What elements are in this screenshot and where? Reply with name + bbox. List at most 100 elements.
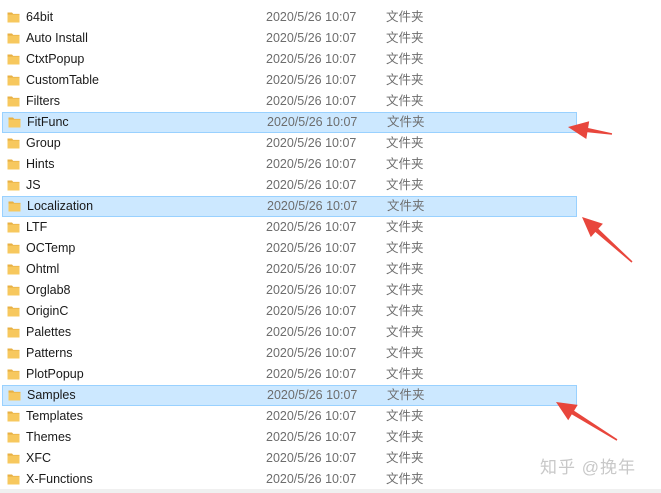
- file-type: 文件夹: [386, 367, 424, 381]
- file-date-modified: 2020/5/26 10:07: [267, 115, 358, 129]
- folder-icon: [8, 117, 21, 128]
- file-name: CtxtPopup: [26, 52, 85, 66]
- folder-icon: [7, 453, 20, 464]
- file-name: Auto Install: [26, 31, 88, 45]
- file-row[interactable]: Filters 2020/5/26 10:07 文件夹: [0, 91, 661, 112]
- folder-icon: [7, 33, 20, 44]
- file-date-modified: 2020/5/26 10:07: [266, 262, 357, 276]
- file-date-modified: 2020/5/26 10:07: [266, 346, 357, 360]
- file-date-modified: 2020/5/26 10:07: [266, 283, 357, 297]
- file-date-modified: 2020/5/26 10:07: [266, 10, 357, 24]
- folder-icon: [7, 285, 20, 296]
- file-date-modified: 2020/5/26 10:07: [266, 157, 357, 171]
- file-type: 文件夹: [386, 157, 424, 171]
- file-name: Templates: [26, 409, 83, 423]
- file-type: 文件夹: [386, 430, 424, 444]
- file-type: 文件夹: [386, 31, 424, 45]
- file-row[interactable]: LTF 2020/5/26 10:07 文件夹: [0, 217, 661, 238]
- file-type: 文件夹: [386, 94, 424, 108]
- file-name: Samples: [27, 388, 76, 402]
- file-row[interactable]: OCTemp 2020/5/26 10:07 文件夹: [0, 238, 661, 259]
- file-row[interactable]: PlotPopup 2020/5/26 10:07 文件夹: [0, 364, 661, 385]
- folder-icon: [7, 180, 20, 191]
- file-name: JS: [26, 178, 41, 192]
- file-row[interactable]: Samples 2020/5/26 10:07 文件夹: [2, 385, 577, 406]
- file-row[interactable]: Palettes 2020/5/26 10:07 文件夹: [0, 322, 661, 343]
- file-row[interactable]: Themes 2020/5/26 10:07 文件夹: [0, 427, 661, 448]
- file-type: 文件夹: [386, 409, 424, 423]
- file-date-modified: 2020/5/26 10:07: [266, 73, 357, 87]
- file-row[interactable]: CtxtPopup 2020/5/26 10:07 文件夹: [0, 49, 661, 70]
- file-row[interactable]: Hints 2020/5/26 10:07 文件夹: [0, 154, 661, 175]
- file-row[interactable]: OriginC 2020/5/26 10:07 文件夹: [0, 301, 661, 322]
- file-type: 文件夹: [386, 262, 424, 276]
- file-name: OCTemp: [26, 241, 76, 255]
- file-date-modified: 2020/5/26 10:07: [266, 430, 357, 444]
- file-name: Group: [26, 136, 61, 150]
- file-date-modified: 2020/5/26 10:07: [266, 241, 357, 255]
- folder-icon: [7, 54, 20, 65]
- file-name: 64bit: [26, 10, 54, 24]
- file-name: FitFunc: [27, 115, 69, 129]
- folder-icon: [7, 75, 20, 86]
- file-type: 文件夹: [386, 241, 424, 255]
- folder-icon: [7, 243, 20, 254]
- file-name: Filters: [26, 94, 61, 108]
- file-date-modified: 2020/5/26 10:07: [266, 325, 357, 339]
- file-name: Themes: [26, 430, 72, 444]
- folder-icon: [7, 306, 20, 317]
- file-date-modified: 2020/5/26 10:07: [266, 94, 357, 108]
- folder-icon: [7, 369, 20, 380]
- bottom-divider: [0, 489, 661, 493]
- file-name: CustomTable: [26, 73, 99, 87]
- file-date-modified: 2020/5/26 10:07: [266, 31, 357, 45]
- file-date-modified: 2020/5/26 10:07: [266, 472, 357, 486]
- file-type: 文件夹: [386, 283, 424, 297]
- file-date-modified: 2020/5/26 10:07: [266, 220, 357, 234]
- folder-icon: [7, 222, 20, 233]
- file-row[interactable]: 64bit 2020/5/26 10:07 文件夹: [0, 7, 661, 28]
- file-row[interactable]: Templates 2020/5/26 10:07 文件夹: [0, 406, 661, 427]
- file-type: 文件夹: [386, 73, 424, 87]
- folder-icon: [7, 348, 20, 359]
- file-name: Palettes: [26, 325, 72, 339]
- file-type: 文件夹: [386, 472, 424, 486]
- folder-icon: [8, 201, 21, 212]
- folder-icon: [7, 96, 20, 107]
- file-row[interactable]: Group 2020/5/26 10:07 文件夹: [0, 133, 661, 154]
- file-row[interactable]: Ohtml 2020/5/26 10:07 文件夹: [0, 259, 661, 280]
- file-type: 文件夹: [387, 199, 425, 213]
- file-row[interactable]: JS 2020/5/26 10:07 文件夹: [0, 175, 661, 196]
- folder-icon: [7, 474, 20, 485]
- file-date-modified: 2020/5/26 10:07: [266, 178, 357, 192]
- file-name: PlotPopup: [26, 367, 84, 381]
- file-type: 文件夹: [386, 304, 424, 318]
- file-row[interactable]: Localization 2020/5/26 10:07 文件夹: [2, 196, 577, 217]
- file-date-modified: 2020/5/26 10:07: [267, 199, 358, 213]
- file-row[interactable]: Auto Install 2020/5/26 10:07 文件夹: [0, 28, 661, 49]
- file-type: 文件夹: [386, 178, 424, 192]
- file-name: Ohtml: [26, 262, 60, 276]
- file-name: LTF: [26, 220, 48, 234]
- file-type: 文件夹: [386, 10, 424, 24]
- file-type: 文件夹: [386, 136, 424, 150]
- file-name: Hints: [26, 157, 55, 171]
- file-type: 文件夹: [387, 388, 425, 402]
- file-type: 文件夹: [386, 346, 424, 360]
- folder-icon: [7, 264, 20, 275]
- file-date-modified: 2020/5/26 10:07: [266, 409, 357, 423]
- file-name: Orglab8: [26, 283, 71, 297]
- file-list: 64bit 2020/5/26 10:07 文件夹 Auto Install 2020/…: [0, 7, 661, 490]
- file-date-modified: 2020/5/26 10:07: [266, 451, 357, 465]
- file-type: 文件夹: [386, 220, 424, 234]
- folder-icon: [7, 432, 20, 443]
- folder-icon: [7, 159, 20, 170]
- file-row[interactable]: CustomTable 2020/5/26 10:07 文件夹: [0, 70, 661, 91]
- file-row[interactable]: Patterns 2020/5/26 10:07 文件夹: [0, 343, 661, 364]
- file-row[interactable]: FitFunc 2020/5/26 10:07 文件夹: [2, 112, 577, 133]
- file-row[interactable]: Orglab8 2020/5/26 10:07 文件夹: [0, 280, 661, 301]
- file-type: 文件夹: [386, 451, 424, 465]
- file-date-modified: 2020/5/26 10:07: [266, 304, 357, 318]
- file-date-modified: 2020/5/26 10:07: [266, 136, 357, 150]
- file-type: 文件夹: [386, 325, 424, 339]
